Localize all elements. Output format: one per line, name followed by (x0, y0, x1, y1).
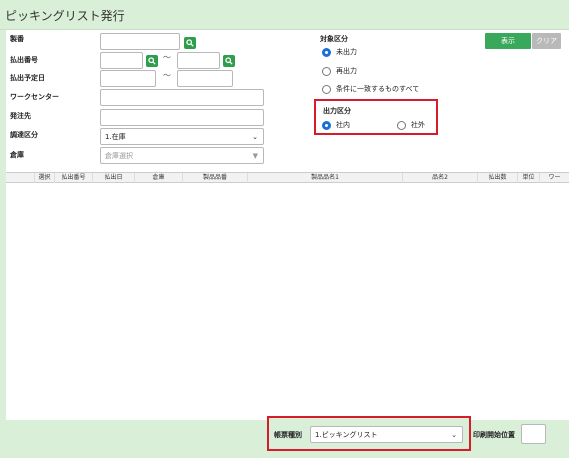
shutsuryoku-option-label: 社内 (336, 121, 350, 129)
chohyo-select[interactable]: 1.ピッキングリスト ⌄ (310, 426, 463, 443)
grid-col-seihin-hinmei1[interactable]: 製品品名1 (247, 173, 402, 183)
grid-col-workcenter[interactable]: ワー (539, 173, 569, 183)
haraidashi-yotei-from-input[interactable] (100, 70, 156, 87)
search-icon (186, 39, 194, 47)
soko-select-placeholder: 倉庫選択 (105, 152, 133, 160)
shutsuryoku-option-label: 社外 (411, 121, 425, 129)
chohyo-label: 帳票種別 (274, 431, 302, 439)
shutsuryoku-option-shagai[interactable]: 社外 (397, 120, 425, 130)
radio-unchecked-icon (322, 66, 331, 76)
chevron-down-icon: ⌄ (451, 431, 457, 439)
taisho-option-saishutsuryoku[interactable]: 再出力 (322, 66, 357, 76)
range-tilde: 〜 (163, 53, 171, 62)
hacchusaki-label: 発注先 (10, 112, 31, 120)
insatsu-input[interactable] (521, 424, 546, 444)
grid-col-seihin-hinban[interactable]: 製品品番 (182, 173, 247, 183)
soko-label: 倉庫 (10, 151, 24, 159)
show-button[interactable]: 表示 (485, 33, 531, 49)
workcenter-label: ワークセンター (10, 93, 59, 101)
grid-header: 選択 払出番号 払出日 倉庫 製品品番 製品品名1 品名2 払出数 単位 ワー (6, 172, 569, 183)
haraidashi-yotei-to-input[interactable] (177, 70, 233, 87)
radio-unchecked-icon (322, 84, 331, 94)
grid-col-sentaku[interactable]: 選択 (34, 173, 54, 183)
taisho-option-label: 未出力 (336, 48, 357, 56)
haraidashi-no-to-search-button[interactable] (223, 55, 235, 67)
seiban-input[interactable] (100, 33, 180, 50)
grid-col-soko[interactable]: 倉庫 (134, 173, 182, 183)
grid-col-haraidashi-su[interactable]: 払出数 (477, 173, 517, 183)
grid-col-hinmei2[interactable]: 品名2 (402, 173, 477, 183)
range-tilde: 〜 (163, 71, 171, 80)
page-title: ピッキングリスト発行 (5, 9, 125, 23)
taisho-option-label: 再出力 (336, 67, 357, 75)
shutsuryoku-option-shanai[interactable]: 社内 (322, 120, 350, 130)
title-bar: ピッキングリスト発行 (0, 0, 569, 30)
grid-col-haraidashi-bi[interactable]: 払出日 (92, 173, 134, 183)
haraidashi-no-from-input[interactable] (100, 52, 143, 69)
chohyo-select-value: 1.ピッキングリスト (315, 431, 378, 439)
workcenter-input[interactable] (100, 89, 264, 106)
radio-checked-icon (322, 47, 331, 57)
chotatsu-label: 調達区分 (10, 131, 38, 139)
haraidashi-yotei-label: 払出予定日 (10, 74, 45, 82)
taisho-option-all[interactable]: 条件に一致するものすべて (322, 84, 419, 94)
search-icon (225, 57, 233, 65)
search-icon (148, 57, 156, 65)
radio-unchecked-icon (397, 120, 406, 130)
seiban-label: 製番 (10, 35, 24, 43)
radio-checked-icon (322, 120, 331, 130)
taisho-option-mishutsuryoku[interactable]: 未出力 (322, 47, 357, 57)
grid-col-blank (6, 173, 34, 183)
seiban-search-button[interactable] (184, 37, 196, 49)
taisho-label: 対象区分 (320, 35, 348, 43)
chotatsu-select[interactable]: 1.在庫 ⌄ (100, 128, 264, 145)
haraidashi-no-to-input[interactable] (177, 52, 220, 69)
taisho-option-label: 条件に一致するものすべて (336, 85, 420, 93)
clear-button[interactable]: クリア (532, 33, 561, 49)
caret-down-icon: ▼ (252, 152, 258, 160)
hacchusaki-input[interactable] (100, 109, 264, 126)
grid-col-haraidashi-no[interactable]: 払出番号 (54, 173, 92, 183)
soko-select[interactable]: 倉庫選択 ▼ (100, 147, 264, 164)
insatsu-label: 印刷開始位置 (473, 431, 515, 439)
shutsuryoku-label: 出力区分 (323, 107, 351, 115)
grid-col-tani[interactable]: 単位 (517, 173, 539, 183)
haraidashi-no-label: 払出番号 (10, 56, 38, 64)
haraidashi-no-from-search-button[interactable] (146, 55, 158, 67)
chevron-down-icon: ⌄ (252, 133, 258, 141)
grid-body[interactable] (6, 183, 569, 420)
chotatsu-select-value: 1.在庫 (105, 133, 126, 141)
